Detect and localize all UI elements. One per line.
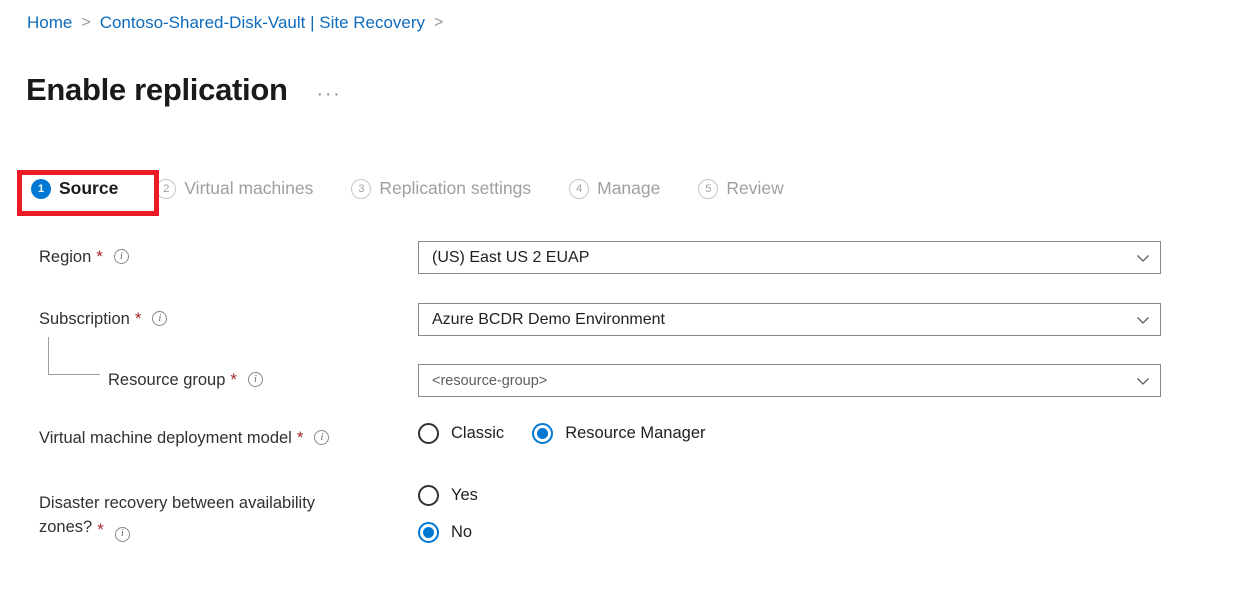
more-options-icon[interactable]: ··· [317,85,342,104]
availability-zones-required-mark: * [97,520,104,539]
wizard-tabs: 1 Source 2 Virtual machines 3 Replicatio… [31,178,822,199]
radio-yes[interactable]: Yes [418,485,478,506]
breadcrumb-item-home[interactable]: Home [27,13,72,33]
tab-manage-label: Manage [597,178,661,198]
tab-virtual-machines-label: Virtual machines [184,178,314,198]
breadcrumb-separator-icon-2: > [434,14,444,31]
subscription-info-icon[interactable]: i [152,311,168,326]
tab-review[interactable]: 5 Review [698,178,784,199]
radio-no[interactable]: No [418,522,478,543]
radio-classic-label: Classic [451,424,505,442]
page-title: Enable replication [26,71,288,107]
radio-yes-mark [418,485,439,506]
availability-zones-radio-group: Yes No [418,485,478,559]
deployment-model-radio-group: Classic Resource Manager [418,423,734,444]
subscription-resource-group-connector [48,337,100,375]
resource-group-dropdown[interactable]: <resource-group> [418,364,1161,397]
resource-group-required-mark: * [230,370,238,389]
resource-group-value: <resource-group> [432,372,548,389]
subscription-value: Azure BCDR Demo Environment [432,310,665,328]
deployment-model-required-mark: * [296,428,304,447]
step-number-3: 3 [351,178,372,199]
tab-source[interactable]: 1 Source [31,178,118,199]
radio-no-mark [418,522,439,543]
resource-group-info-icon[interactable]: i [248,372,264,387]
radio-resource-manager-mark [532,423,554,444]
breadcrumb: Home > Contoso-Shared-Disk-Vault | Site … [27,13,452,33]
region-info-icon[interactable]: i [113,249,129,264]
tab-review-label: Review [726,178,784,198]
region-value: (US) East US 2 EUAP [432,248,590,266]
radio-classic[interactable]: Classic [418,423,504,444]
radio-resource-manager[interactable]: Resource Manager [532,423,706,444]
availability-zones-info-icon[interactable]: i [114,526,130,542]
subscription-dropdown[interactable]: Azure BCDR Demo Environment [418,303,1161,336]
breadcrumb-item-vault[interactable]: Contoso-Shared-Disk-Vault | Site Recover… [100,13,425,33]
step-number-5: 5 [698,178,719,199]
page-header: Enable replication ··· [26,52,342,128]
breadcrumb-separator-icon: > [81,14,91,31]
chevron-down-icon [1136,374,1150,388]
availability-zones-label-line1: Disaster recovery between availability [39,494,316,512]
resource-group-label: Resource group * i [108,368,264,392]
radio-yes-label: Yes [451,486,478,504]
tab-replication-settings-label: Replication settings [379,178,532,198]
region-required-mark: * [96,247,103,266]
deployment-model-label: Virtual machine deployment model * i [39,426,330,450]
tab-virtual-machines[interactable]: 2 Virtual machines [156,178,313,199]
availability-zones-label: Disaster recovery between availability z… [39,491,399,542]
deployment-model-info-icon[interactable]: i [314,430,330,445]
tab-manage[interactable]: 4 Manage [569,178,660,199]
step-number-4: 4 [569,178,590,199]
radio-resource-manager-label: Resource Manager [565,424,706,442]
chevron-down-icon [1136,251,1150,265]
tab-source-label: Source [59,178,119,198]
radio-no-label: No [451,523,473,541]
tab-replication-settings[interactable]: 3 Replication settings [351,178,531,199]
step-number-2: 2 [156,178,177,199]
subscription-required-mark: * [134,309,142,328]
region-dropdown[interactable]: (US) East US 2 EUAP [418,241,1161,274]
step-number-1: 1 [31,178,51,199]
enable-replication-page: Home > Contoso-Shared-Disk-Vault | Site … [0,0,1255,598]
availability-zones-label-line2: zones? [39,518,93,536]
chevron-down-icon [1136,313,1150,327]
region-label: Region * i [39,245,129,269]
subscription-label: Subscription * i [39,307,168,331]
radio-classic-mark [418,423,439,444]
